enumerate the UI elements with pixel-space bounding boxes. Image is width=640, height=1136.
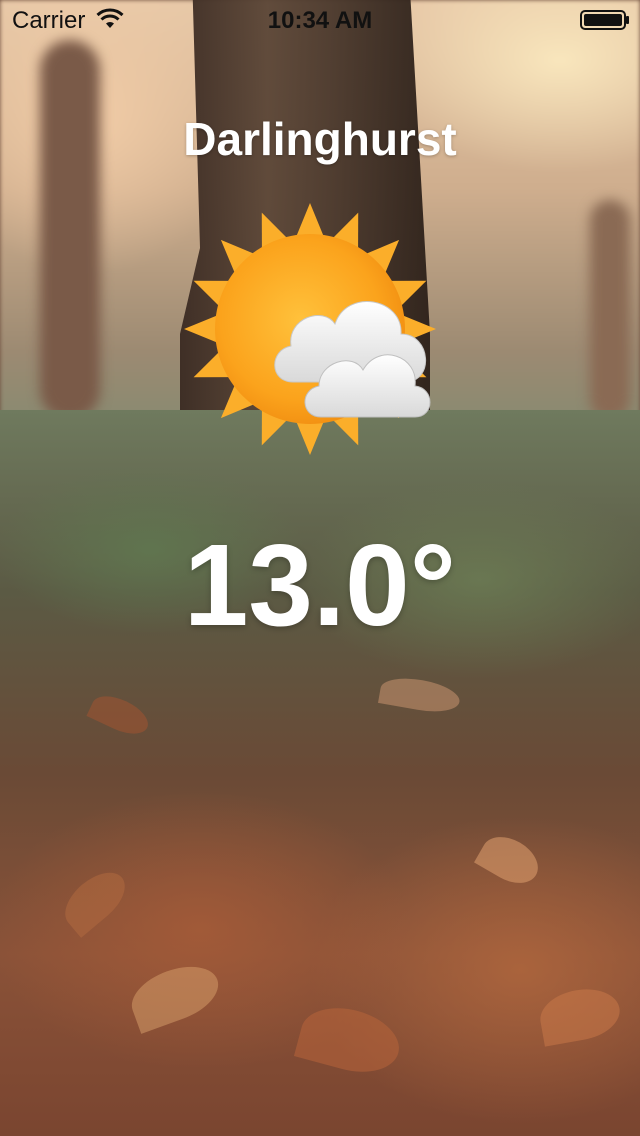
sun-ray [295, 203, 325, 239]
city-name: Darlinghurst [183, 113, 457, 165]
battery-icon [580, 10, 629, 30]
status-time: 10:34 AM [267, 7, 373, 34]
status-bar: Carrier 10:34 AM [0, 0, 640, 40]
sun-ray [184, 314, 220, 344]
temperature-value: 13.0° [183, 520, 457, 650]
partly-cloudy-icon [184, 203, 436, 455]
sun-ray [295, 419, 325, 455]
